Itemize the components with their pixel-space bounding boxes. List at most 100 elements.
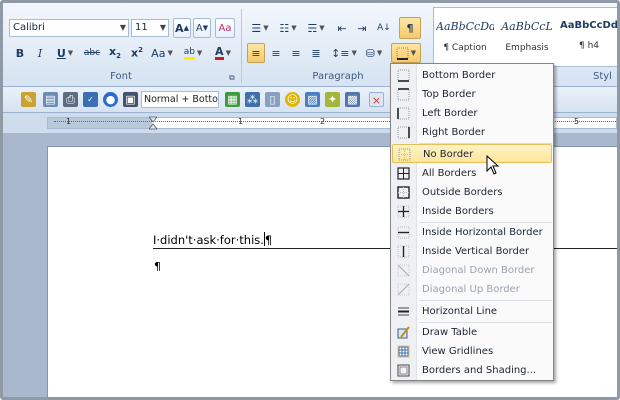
document-text: I·didn't·ask·for·this. — [153, 233, 264, 247]
sort-button[interactable]: A↓ — [375, 18, 393, 38]
menu-item-diagonal-down-border[interactable]: Diagonal Down Border — [392, 261, 552, 280]
menu-item-inside-horizontal-border[interactable]: Inside Horizontal Border — [392, 223, 552, 242]
change-case-button[interactable]: Aa ▼ — [149, 43, 175, 63]
bullets-button[interactable]: ☰ ▼ — [247, 18, 273, 38]
record-icon[interactable]: ● — [103, 92, 118, 107]
screenshot-icon[interactable]: ▩ — [345, 92, 360, 107]
menu-item-diagonal-up-border[interactable]: Diagonal Up Border — [392, 280, 552, 299]
menu-item-label: No Border — [423, 149, 474, 160]
insert-symbol-icon[interactable]: ✦ — [325, 92, 340, 107]
clear-formatting-button[interactable]: Aa — [215, 18, 235, 38]
shrink-font-button[interactable]: A ▼ — [193, 18, 211, 38]
style-name: Emphasis — [505, 43, 549, 53]
no-border-icon — [398, 148, 411, 161]
font-group-label: Font — [110, 71, 132, 82]
menu-item-label: Right Border — [422, 127, 486, 138]
draw-table-icon — [397, 326, 410, 339]
menu-item-right-border[interactable]: Right Border — [392, 123, 552, 142]
menu-item-view-gridlines[interactable]: View Gridlines — [392, 342, 552, 361]
line-spacing-button[interactable]: ↕≡ ▼ — [331, 43, 357, 63]
highlight-color-button[interactable]: ab ▼ — [179, 43, 207, 63]
font-name-combo[interactable]: Calibri ▼ — [9, 19, 129, 37]
indent-marker-icon[interactable] — [149, 113, 157, 133]
menu-item-bottom-border[interactable]: Bottom Border — [392, 66, 552, 85]
outside-borders-icon — [397, 186, 410, 199]
subscript-button[interactable]: x2 — [105, 43, 125, 63]
image-icon[interactable]: ▨ — [305, 92, 320, 107]
menu-item-no-border[interactable]: No Border — [392, 144, 552, 163]
shrink-font-icon: A — [195, 22, 203, 34]
sort-icon: A↓ — [377, 23, 391, 33]
borders-button[interactable]: ▼ — [391, 43, 421, 63]
menu-item-label: View Gridlines — [422, 346, 494, 357]
menu-item-inside-vertical-border[interactable]: Inside Vertical Border — [392, 242, 552, 261]
menu-item-label: Inside Borders — [422, 206, 494, 217]
empty-paragraph-mark: ¶ — [154, 260, 161, 273]
dialog-launcher-icon[interactable]: ⧉ — [229, 73, 235, 83]
ruler-number: 1 — [66, 117, 72, 126]
justify-button[interactable]: ≣ — [307, 43, 325, 63]
org-chart-icon[interactable]: ⁂ — [245, 92, 260, 107]
bold-button[interactable]: B — [11, 43, 29, 63]
menu-item-borders-and-shading[interactable]: Borders and Shading... — [392, 361, 552, 380]
picture-icon[interactable]: ▣ — [123, 92, 138, 107]
menu-item-all-borders[interactable]: All Borders — [392, 164, 552, 183]
align-center-button[interactable]: ≡ — [267, 43, 285, 63]
menu-item-horizontal-line[interactable]: Horizontal Line — [392, 302, 552, 321]
chart-icon[interactable]: ▦ — [225, 92, 240, 107]
menu-item-inside-borders[interactable]: Inside Borders — [392, 202, 552, 221]
menu-item-label: Inside Vertical Border — [422, 246, 530, 257]
grow-font-icon: A — [175, 21, 184, 35]
underline-icon: U — [56, 46, 66, 60]
chevron-down-icon[interactable]: ▼ — [160, 20, 166, 36]
numbering-button[interactable]: ☷ ▼ — [275, 18, 301, 38]
show-formatting-button[interactable]: ¶ — [399, 17, 421, 39]
subscript-icon: x2 — [109, 45, 121, 61]
menu-item-label: Top Border — [422, 89, 476, 100]
font-color-button[interactable]: A ▼ — [209, 43, 237, 63]
ruler-number: 1 — [238, 117, 244, 126]
strikethrough-button[interactable]: abc — [81, 43, 103, 63]
mouse-pointer-icon — [486, 155, 500, 175]
change-case-icon: Aa — [151, 46, 166, 60]
italic-button[interactable]: I — [31, 43, 49, 63]
document-line[interactable]: I·didn't·ask·for·this.¶ — [153, 232, 272, 247]
bottom-border-icon — [397, 69, 410, 82]
style-box[interactable]: Normal + Botto — [141, 91, 219, 108]
style-tile-emphasis[interactable]: AaBbCcL Emphasis — [498, 12, 556, 64]
style-tile-caption[interactable]: AaBbCcDd ¶ Caption — [436, 12, 494, 64]
superscript-icon: x2 — [131, 46, 143, 60]
shading-button[interactable]: ⛁ ▼ — [361, 43, 387, 63]
menu-item-outside-borders[interactable]: Outside Borders — [392, 183, 552, 202]
menu-item-draw-table[interactable]: Draw Table — [392, 323, 552, 342]
numbering-icon: ☷ — [279, 21, 290, 35]
align-right-button[interactable]: ≡ — [287, 43, 305, 63]
increase-indent-button[interactable]: ⇥ — [353, 18, 371, 38]
chevron-down-icon[interactable]: ▼ — [120, 20, 126, 36]
multilevel-list-icon: ☴ — [307, 21, 318, 35]
align-left-button[interactable]: ≡ — [247, 43, 265, 63]
close-icon[interactable]: × — [369, 92, 384, 107]
quick-styles-gallery: AaBbCcDd ¶ Caption AaBbCcL Emphasis AaBb… — [433, 7, 617, 67]
superscript-button[interactable]: x2 — [127, 43, 147, 63]
align-left-icon: ≡ — [251, 46, 261, 60]
font-size-combo[interactable]: 11 ▼ — [131, 19, 169, 37]
print-icon[interactable]: ⎙ — [63, 92, 78, 107]
diagonal-up-border-icon — [397, 283, 410, 296]
menu-item-label: Draw Table — [422, 327, 478, 338]
smiley-icon[interactable]: ☺ — [285, 92, 300, 107]
underline-button[interactable]: U ▼ — [53, 43, 77, 63]
format-painter-icon[interactable]: ✎ — [21, 92, 36, 107]
multilevel-list-button[interactable]: ☴ ▼ — [303, 18, 329, 38]
print-preview-icon[interactable]: ▤ — [43, 92, 58, 107]
paint-bucket-icon: ⛁ — [365, 46, 375, 60]
grow-font-button[interactable]: A ▲ — [173, 18, 191, 38]
font-size-value: 11 — [135, 22, 148, 33]
menu-item-left-border[interactable]: Left Border — [392, 104, 552, 123]
menu-item-top-border[interactable]: Top Border — [392, 85, 552, 104]
inside-vertical-border-icon — [397, 245, 410, 258]
document-icon[interactable]: ▯ — [265, 92, 280, 107]
spelling-icon[interactable]: ✓ — [83, 92, 98, 107]
style-tile-h4[interactable]: AaBbCcDd ¶ h4 — [560, 12, 617, 64]
decrease-indent-button[interactable]: ⇤ — [333, 18, 351, 38]
